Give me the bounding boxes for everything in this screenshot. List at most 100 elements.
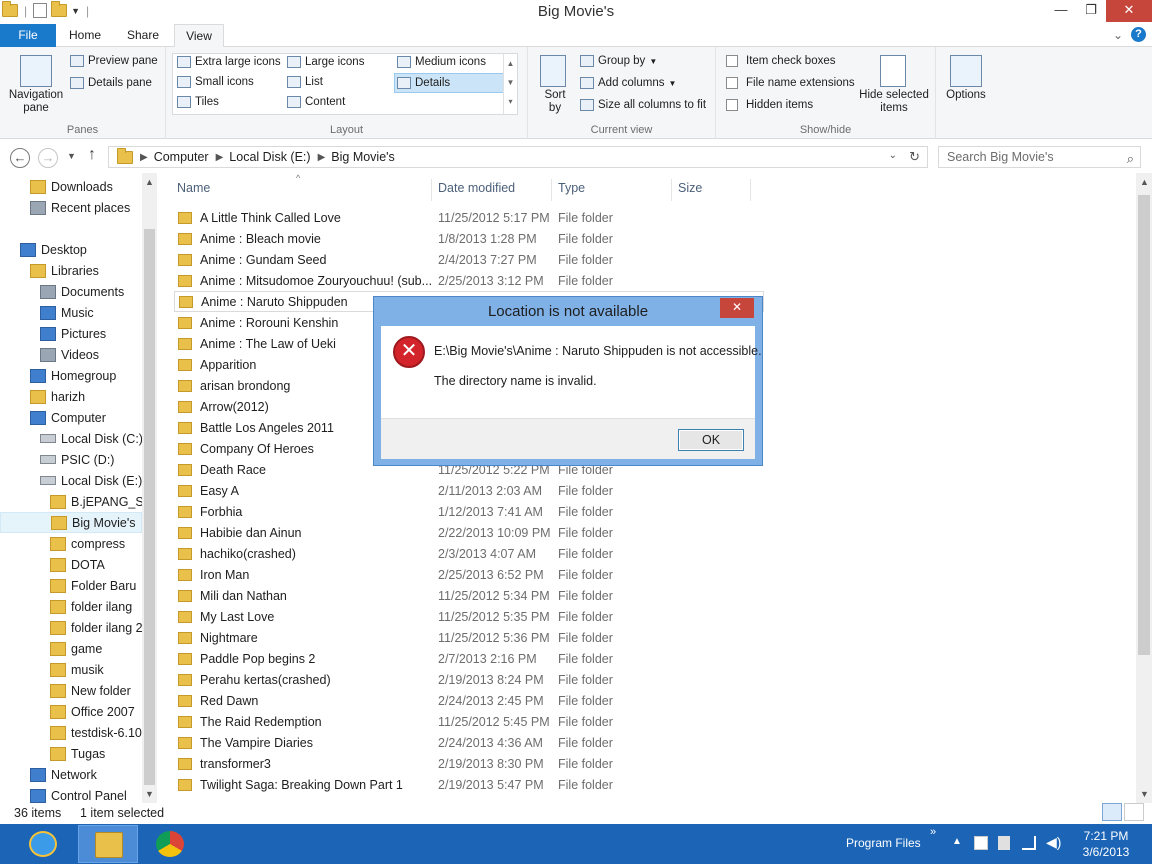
file-row[interactable]: transformer3 2/19/2013 8:30 PM File folder xyxy=(174,753,764,774)
layout-tiles[interactable]: Tiles xyxy=(177,96,219,108)
layout-large-icons[interactable]: Large icons xyxy=(287,56,364,68)
layout-medium-icons[interactable]: Medium icons xyxy=(397,56,486,68)
add-columns-button[interactable]: Add columns ▼ xyxy=(580,77,676,89)
file-row[interactable]: Forbhia 1/12/2013 7:41 AM File folder xyxy=(174,501,764,522)
file-explorer-button[interactable] xyxy=(78,825,138,863)
scrollbar-thumb[interactable] xyxy=(1138,195,1150,655)
minimize-button[interactable]: — xyxy=(1046,0,1076,22)
large-icons-view-icon[interactable] xyxy=(1124,803,1144,821)
size-all-columns-button[interactable]: Size all columns to fit xyxy=(580,99,706,111)
nav-item[interactable]: Videos xyxy=(0,344,142,365)
help-icon[interactable]: ? xyxy=(1131,27,1146,42)
ok-button[interactable]: OK xyxy=(678,429,744,451)
dialog-close-button[interactable]: ✕ xyxy=(720,298,754,318)
file-row[interactable]: hachiko(crashed) 2/3/2013 4:07 AM File fol… xyxy=(174,543,764,564)
breadcrumb-local-disk-e[interactable]: Local Disk (E:) xyxy=(229,150,310,164)
nav-item[interactable]: folder ilang xyxy=(0,596,142,617)
breadcrumb-separator-icon[interactable]: ▶ xyxy=(216,152,224,163)
internet-explorer-button[interactable] xyxy=(13,825,73,863)
layout-gallery-scroll[interactable]: ▲ ▼ ▾ xyxy=(503,54,517,114)
hidden-items-toggle[interactable]: Hidden items xyxy=(726,99,813,111)
file-row[interactable]: Habibie dan Ainun 2/22/2013 10:09 PM File … xyxy=(174,522,764,543)
nav-item[interactable]: folder ilang 2 xyxy=(0,617,142,638)
refresh-icon[interactable]: ↻ xyxy=(909,149,920,165)
nav-item[interactable]: Homegroup xyxy=(0,365,142,386)
file-row[interactable]: Iron Man 2/25/2013 6:52 PM File folder xyxy=(174,564,764,585)
column-header-name[interactable]: Name xyxy=(177,179,210,199)
file-row[interactable]: Anime : Bleach movie 1/8/2013 1:28 PM File… xyxy=(174,228,764,249)
search-icon[interactable]: ⌕ xyxy=(1127,149,1134,169)
nav-item[interactable]: Control Panel xyxy=(0,785,142,803)
column-divider[interactable] xyxy=(551,179,552,201)
layout-content[interactable]: Content xyxy=(287,96,345,108)
sort-by-button[interactable]: Sort by xyxy=(540,89,570,115)
scroll-down-icon[interactable]: ▼ xyxy=(1140,789,1149,799)
action-center-icon[interactable] xyxy=(974,836,988,850)
nav-item[interactable]: DOTA xyxy=(0,554,142,575)
nav-item[interactable]: compress xyxy=(0,533,142,554)
tab-file[interactable]: File xyxy=(0,24,56,47)
checkbox[interactable] xyxy=(726,55,738,67)
nav-item[interactable]: Local Disk (E:) xyxy=(0,470,142,491)
file-row[interactable]: The Raid Redemption 11/25/2012 5:45 PM Fil… xyxy=(174,711,764,732)
file-row[interactable]: Anime : Mitsudomoe Zouryouchuu! (sub... 2… xyxy=(174,270,764,291)
navigation-pane-scrollbar[interactable]: ▲ ▼ xyxy=(142,173,157,803)
checkbox[interactable] xyxy=(726,77,738,89)
scrollbar-thumb[interactable] xyxy=(144,229,155,785)
nav-item[interactable]: Folder Baru xyxy=(0,575,142,596)
nav-item[interactable]: Office 2007 xyxy=(0,701,142,722)
battery-icon[interactable] xyxy=(998,836,1010,850)
nav-item[interactable]: Desktop xyxy=(0,239,142,260)
recent-locations-chevron-icon[interactable]: ▼ xyxy=(67,151,76,161)
file-row[interactable]: Nightmare 11/25/2012 5:36 PM File folder xyxy=(174,627,764,648)
toolbar-chevron-icon[interactable]: » xyxy=(930,826,936,838)
nav-item[interactable]: Local Disk (C:) xyxy=(0,428,142,449)
scroll-up-icon[interactable]: ▲ xyxy=(1140,177,1149,187)
nav-item[interactable]: Music xyxy=(0,302,142,323)
column-divider[interactable] xyxy=(431,179,432,201)
column-header-type[interactable]: Type xyxy=(558,179,585,199)
address-bar[interactable]: ▶ Computer ▶ Local Disk (E:) ▶ Big Movie… xyxy=(108,146,928,168)
nav-item[interactable]: Pictures xyxy=(0,323,142,344)
nav-item[interactable]: Downloads xyxy=(0,176,142,197)
file-row[interactable]: Anime : Gundam Seed 2/4/2013 7:27 PM File … xyxy=(174,249,764,270)
nav-item[interactable]: testdisk-6.10 xyxy=(0,722,142,743)
group-by-button[interactable]: Group by ▼ xyxy=(580,55,657,67)
file-row[interactable]: My Last Love 11/25/2012 5:35 PM File folde… xyxy=(174,606,764,627)
nav-item[interactable]: Tugas xyxy=(0,743,142,764)
column-header-date[interactable]: Date modified xyxy=(438,179,515,199)
column-header-size[interactable]: Size xyxy=(678,179,702,199)
layout-details[interactable]: Details xyxy=(394,73,504,93)
back-button[interactable]: ← xyxy=(10,148,30,168)
hide-selected-items-button[interactable]: Hide selected items xyxy=(856,89,932,115)
file-list-scrollbar[interactable]: ▲ ▼ xyxy=(1136,173,1152,803)
column-divider[interactable] xyxy=(671,179,672,201)
network-signal-icon[interactable] xyxy=(1022,836,1036,850)
scroll-up-icon[interactable]: ▲ xyxy=(145,177,154,187)
nav-item[interactable]: Recent places xyxy=(0,197,142,218)
nav-item[interactable]: B.jEPANG_SM xyxy=(0,491,142,512)
column-divider[interactable] xyxy=(750,179,751,201)
file-row[interactable]: A Little Think Called Love 11/25/2012 5:1… xyxy=(174,207,764,228)
program-files-toolbar[interactable]: Program Files xyxy=(846,836,921,850)
nav-item[interactable]: musik xyxy=(0,659,142,680)
nav-item[interactable]: Documents xyxy=(0,281,142,302)
nav-item[interactable]: game xyxy=(0,638,142,659)
breadcrumb-separator-icon[interactable]: ▶ xyxy=(140,152,148,163)
preview-pane-button[interactable]: Preview pane xyxy=(70,55,158,67)
up-arrow-icon[interactable]: ↑ xyxy=(88,146,96,164)
file-row[interactable]: The Vampire Diaries 2/24/2013 4:36 AM File… xyxy=(174,732,764,753)
layout-small-icons[interactable]: Small icons xyxy=(177,76,254,88)
tab-view[interactable]: View xyxy=(174,24,224,48)
file-row[interactable]: Twilight Saga: Breaking Down Part 1 2/19/… xyxy=(174,774,764,795)
nav-item[interactable]: Big Movie's xyxy=(0,512,142,533)
file-name-extensions-toggle[interactable]: File name extensions xyxy=(726,77,855,89)
clock[interactable]: 7:21 PM 3/6/2013 xyxy=(1076,828,1136,860)
scroll-down-icon[interactable]: ▼ xyxy=(145,789,154,799)
layout-list[interactable]: List xyxy=(287,76,323,88)
tab-home[interactable]: Home xyxy=(58,24,112,47)
breadcrumb-computer[interactable]: Computer xyxy=(154,150,209,164)
nav-item[interactable]: PSIC (D:) xyxy=(0,449,142,470)
navigation-pane-button[interactable]: Navigation pane xyxy=(4,89,68,115)
file-row[interactable]: Easy A 2/11/2013 2:03 AM File folder xyxy=(174,480,764,501)
